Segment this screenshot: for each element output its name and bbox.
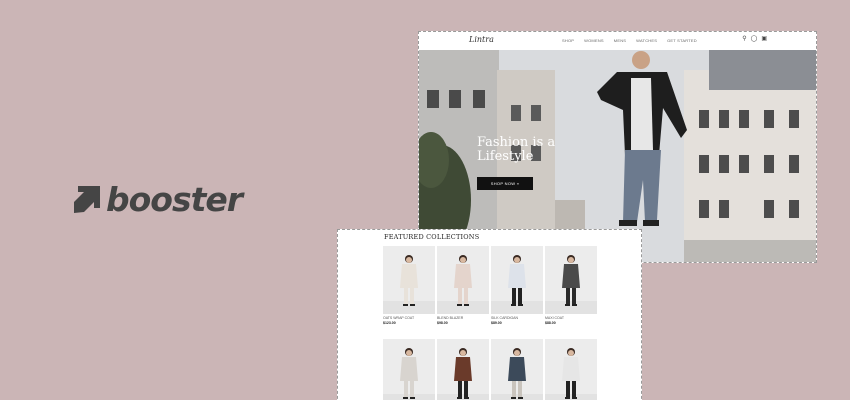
user-icon[interactable]: ◯ [751, 36, 758, 42]
product-image[interactable] [545, 246, 597, 314]
cart-icon[interactable]: ▣ [761, 36, 767, 42]
store-navbar: Lintra SHOP WOMENS MENS WATCHES GET STAR… [419, 32, 816, 50]
nav-icons: ⚲ ◯ ▣ [742, 36, 767, 42]
product-image[interactable] [491, 246, 543, 314]
shop-now-button[interactable]: SHOP NOW » [477, 177, 533, 190]
product-card[interactable]: MAXI COAT $88.00 [545, 246, 597, 325]
logo-text: booster [106, 179, 243, 219]
collections-title: FEATURED COLLECTIONS [384, 233, 480, 241]
product-card[interactable]: BLEND BLAZER $98.00 [437, 246, 489, 325]
product-image[interactable] [437, 246, 489, 314]
product-image[interactable] [383, 339, 435, 400]
search-icon[interactable]: ⚲ [742, 36, 746, 42]
product-card[interactable]: SILK CARDIGAN $89.00 [491, 246, 543, 325]
nav-link-get-started[interactable]: GET STARTED [667, 38, 697, 43]
product-price: $88.00 [545, 321, 556, 325]
product-image[interactable] [383, 246, 435, 314]
nav-link-womens[interactable]: WOMENS [584, 38, 604, 43]
product-name[interactable]: OATS WRAP COAT [383, 316, 435, 320]
product-name[interactable]: BLEND BLAZER [437, 316, 489, 320]
product-card[interactable]: LONG COAT [383, 339, 435, 400]
product-price: $123.00 [383, 321, 396, 325]
nav-link-mens[interactable]: MENS [614, 38, 626, 43]
product-price: $98.00 [437, 321, 448, 325]
product-price: $89.00 [491, 321, 502, 325]
hero-headline: Fashion is a Lifestyle [477, 135, 556, 164]
product-name[interactable]: MAXI COAT [545, 316, 597, 320]
arrow-up-right-icon [74, 186, 100, 213]
nav-link-watches[interactable]: WATCHES [636, 38, 657, 43]
product-card[interactable]: WHITE VEST [545, 339, 597, 400]
product-card[interactable]: WOOL DRESS [437, 339, 489, 400]
store-logo[interactable]: Lintra [469, 35, 494, 44]
product-image[interactable] [437, 339, 489, 400]
product-name[interactable]: SILK CARDIGAN [491, 316, 543, 320]
product-card[interactable]: SQUARE JACKET [491, 339, 543, 400]
nav-links: SHOP WOMENS MENS WATCHES GET STARTED [562, 38, 697, 43]
nav-link-shop[interactable]: SHOP [562, 38, 574, 43]
booster-logo: booster [70, 179, 243, 219]
collections-preview-card: FEATURED COLLECTIONS OATS WRAP COAT $123.… [337, 229, 642, 400]
product-grid: OATS WRAP COAT $123.00 BLEND BLAZER $98.00 S… [383, 246, 597, 400]
product-image[interactable] [545, 339, 597, 400]
product-card[interactable]: OATS WRAP COAT $123.00 [383, 246, 435, 325]
product-image[interactable] [491, 339, 543, 400]
